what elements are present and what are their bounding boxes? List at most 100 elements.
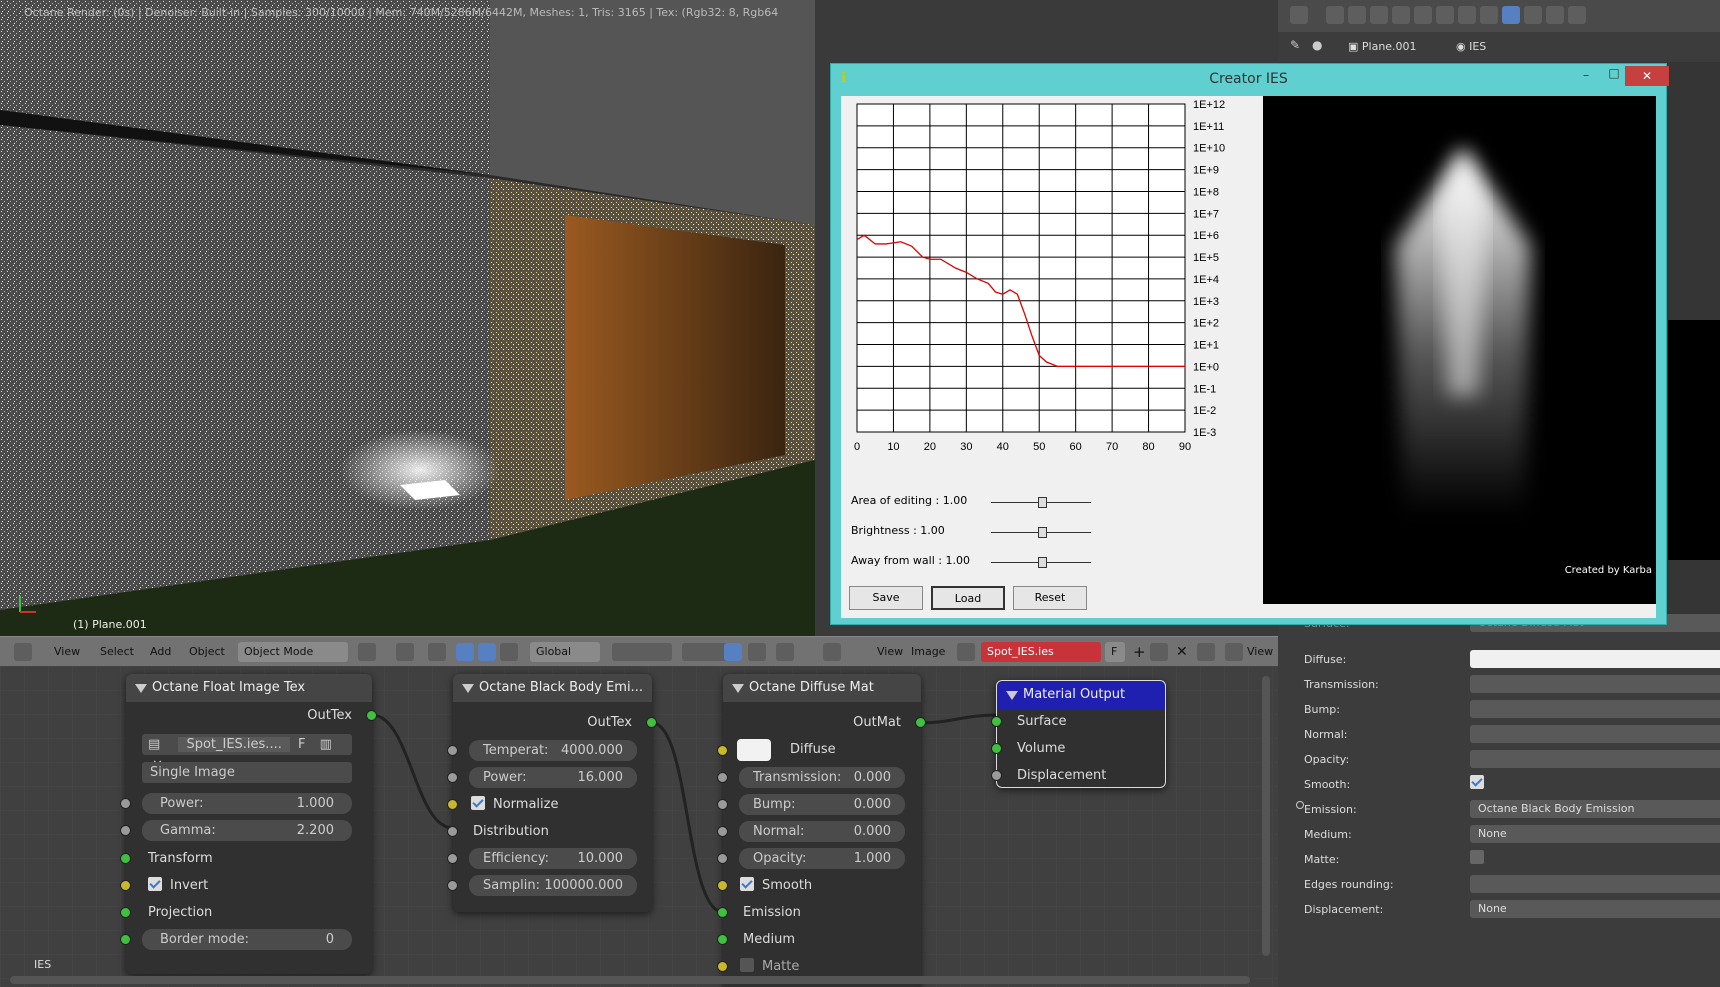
- smooth-checkbox[interactable]: [1470, 775, 1492, 790]
- blackbody-power-socket[interactable]: [447, 772, 458, 783]
- view-mode-icon[interactable]: [1225, 643, 1243, 661]
- brightness-slider-thumb[interactable]: [1038, 527, 1047, 538]
- pin-image-icon[interactable]: [1197, 643, 1215, 661]
- menu-add[interactable]: Add: [150, 643, 171, 661]
- float-tex-title[interactable]: Octane Float Image Tex: [126, 674, 372, 702]
- manipulator-icon[interactable]: [428, 643, 446, 661]
- material-tab-icon[interactable]: [1502, 6, 1520, 24]
- blackbody-eff-socket[interactable]: [447, 853, 458, 864]
- transmission-field[interactable]: [1470, 675, 1720, 693]
- close-image-icon[interactable]: ✕: [1176, 643, 1188, 661]
- brightness-slider[interactable]: [991, 527, 1091, 538]
- particles-tab-icon[interactable]: [1546, 6, 1564, 24]
- render-layer-icon[interactable]: [724, 643, 742, 661]
- diffuse-normal-field[interactable]: Normal: 0.000: [739, 821, 905, 842]
- displacement-field[interactable]: None: [1470, 900, 1720, 918]
- diffuse-out-socket[interactable]: [915, 717, 926, 728]
- blackbody-samp-field[interactable]: Samplin: 100000.000: [469, 875, 637, 896]
- float-tex-invert-checkbox[interactable]: Invert: [126, 874, 372, 898]
- float-tex-open-icon[interactable]: ▥: [320, 737, 332, 752]
- menu-object[interactable]: Object: [189, 643, 225, 661]
- candela-chart[interactable]: 0 10 20 30 40 50 60 70 80 90 1E+12 1E+11 1E+10 1E+9 1E…: [841, 96, 1251, 486]
- breadcrumb-object[interactable]: ▣ Plane.001: [1348, 40, 1417, 53]
- save-button[interactable]: Save: [849, 586, 923, 610]
- modifiers-tab-icon[interactable]: [1458, 6, 1476, 24]
- image-browse-small-icon[interactable]: ▤: [148, 737, 160, 752]
- rotate-icon[interactable]: [478, 643, 496, 661]
- blackbody-power-field[interactable]: Power: 16.000: [469, 767, 637, 788]
- float-tex-power-socket[interactable]: [120, 798, 131, 809]
- float-tex-border-field[interactable]: Border mode: 0: [142, 929, 352, 950]
- mode-dropdown[interactable]: Object Mode: [238, 642, 348, 662]
- diffuse-opacity-socket[interactable]: [717, 853, 728, 864]
- pin-icon[interactable]: ✎: [1290, 38, 1306, 54]
- float-tex-file-name[interactable]: Spot_IES.ies....: [178, 737, 290, 752]
- blackbody-title[interactable]: Octane Black Body Emi...: [453, 674, 652, 702]
- diffuse-trans-socket[interactable]: [717, 772, 728, 783]
- diffuse-trans-field[interactable]: Transmission: 0.000: [739, 767, 905, 788]
- float-tex-out-socket[interactable]: [366, 710, 377, 721]
- breadcrumb-material[interactable]: ◉ IES: [1456, 40, 1486, 53]
- away-slider-thumb[interactable]: [1038, 557, 1047, 568]
- diffuse-opacity-field[interactable]: Opacity: 1.000: [739, 848, 905, 869]
- image-view-dropdown[interactable]: View: [1247, 643, 1273, 661]
- image-editor-type-icon[interactable]: [823, 643, 841, 661]
- world-tab-icon[interactable]: [1392, 6, 1410, 24]
- normal-field[interactable]: [1470, 725, 1720, 743]
- edges-rounding-field[interactable]: [1470, 875, 1720, 893]
- diffuse-color-field[interactable]: [1470, 650, 1720, 668]
- blackbody-out-socket[interactable]: [646, 717, 657, 728]
- menu-image[interactable]: Image: [911, 643, 945, 661]
- diffuse-normal-socket[interactable]: [717, 826, 728, 837]
- float-tex-border-socket[interactable]: [120, 934, 131, 945]
- menu-view[interactable]: View: [54, 643, 80, 661]
- area-slider[interactable]: [991, 497, 1091, 508]
- image-name-field[interactable]: Spot_IES.ies: [981, 642, 1101, 662]
- bump-field[interactable]: [1470, 700, 1720, 718]
- vertical-scrollbar[interactable]: [1262, 676, 1270, 956]
- fake-user-button[interactable]: F: [1105, 642, 1125, 662]
- matte-checkbox[interactable]: [1470, 850, 1492, 865]
- close-button[interactable]: ✕: [1625, 66, 1669, 86]
- new-image-icon[interactable]: +: [1133, 643, 1146, 661]
- node-editor[interactable]: Octane Float Image Tex OutTex ▤ Spot_IES…: [0, 666, 1278, 987]
- minimize-button[interactable]: –: [1576, 68, 1596, 88]
- medium-field[interactable]: None: [1470, 825, 1720, 843]
- constraints-tab-icon[interactable]: [1436, 6, 1454, 24]
- reset-button[interactable]: Reset: [1013, 586, 1087, 610]
- scene-tab-icon[interactable]: [1370, 6, 1388, 24]
- blackbody-temp-socket[interactable]: [447, 745, 458, 756]
- orientation-dropdown[interactable]: Global: [530, 642, 600, 662]
- data-tab-icon[interactable]: [1480, 6, 1498, 24]
- diffuse-bump-socket[interactable]: [717, 799, 728, 810]
- editor-type-icon[interactable]: [14, 643, 32, 661]
- proportional-icon[interactable]: [776, 643, 794, 661]
- node-diffuse-mat[interactable]: Octane Diffuse Mat OutMat Diffuse Transm…: [717, 674, 926, 987]
- render-tab-icon[interactable]: [1326, 6, 1344, 24]
- blackbody-eff-field[interactable]: Efficiency: 10.000: [469, 848, 637, 869]
- snap-icon[interactable]: [748, 643, 766, 661]
- opacity-field[interactable]: [1470, 750, 1720, 768]
- menu-image-view[interactable]: View: [877, 643, 903, 661]
- diffuse-bump-field[interactable]: Bump: 0.000: [739, 794, 905, 815]
- away-slider[interactable]: [991, 557, 1091, 568]
- float-tex-power-field[interactable]: Power: 1.000: [142, 793, 352, 814]
- blackbody-normalize-checkbox[interactable]: Normalize: [453, 793, 652, 817]
- diffuse-title[interactable]: Octane Diffuse Mat: [723, 674, 921, 702]
- open-image-icon[interactable]: [1150, 643, 1168, 661]
- shading-icon[interactable]: [358, 643, 376, 661]
- float-tex-gamma-socket[interactable]: [120, 825, 131, 836]
- render-layers-tab-icon[interactable]: [1348, 6, 1366, 24]
- scale-icon[interactable]: [500, 643, 518, 661]
- load-button[interactable]: Load: [931, 586, 1005, 610]
- props-editor-icon[interactable]: [1290, 6, 1308, 24]
- area-slider-thumb[interactable]: [1038, 497, 1047, 508]
- blackbody-temp-field[interactable]: Temperat: 4000.000: [469, 740, 637, 761]
- translate-icon[interactable]: [456, 643, 474, 661]
- output-title[interactable]: Material Output: [997, 681, 1165, 709]
- float-tex-gamma-field[interactable]: Gamma: 2.200: [142, 820, 352, 841]
- horizontal-scrollbar[interactable]: [10, 976, 1250, 984]
- float-tex-f-button[interactable]: F: [298, 737, 305, 752]
- node-float-image-tex[interactable]: Octane Float Image Tex OutTex ▤ Spot_IES…: [120, 674, 377, 974]
- float-tex-source-dropdown[interactable]: Single Image: [142, 762, 352, 783]
